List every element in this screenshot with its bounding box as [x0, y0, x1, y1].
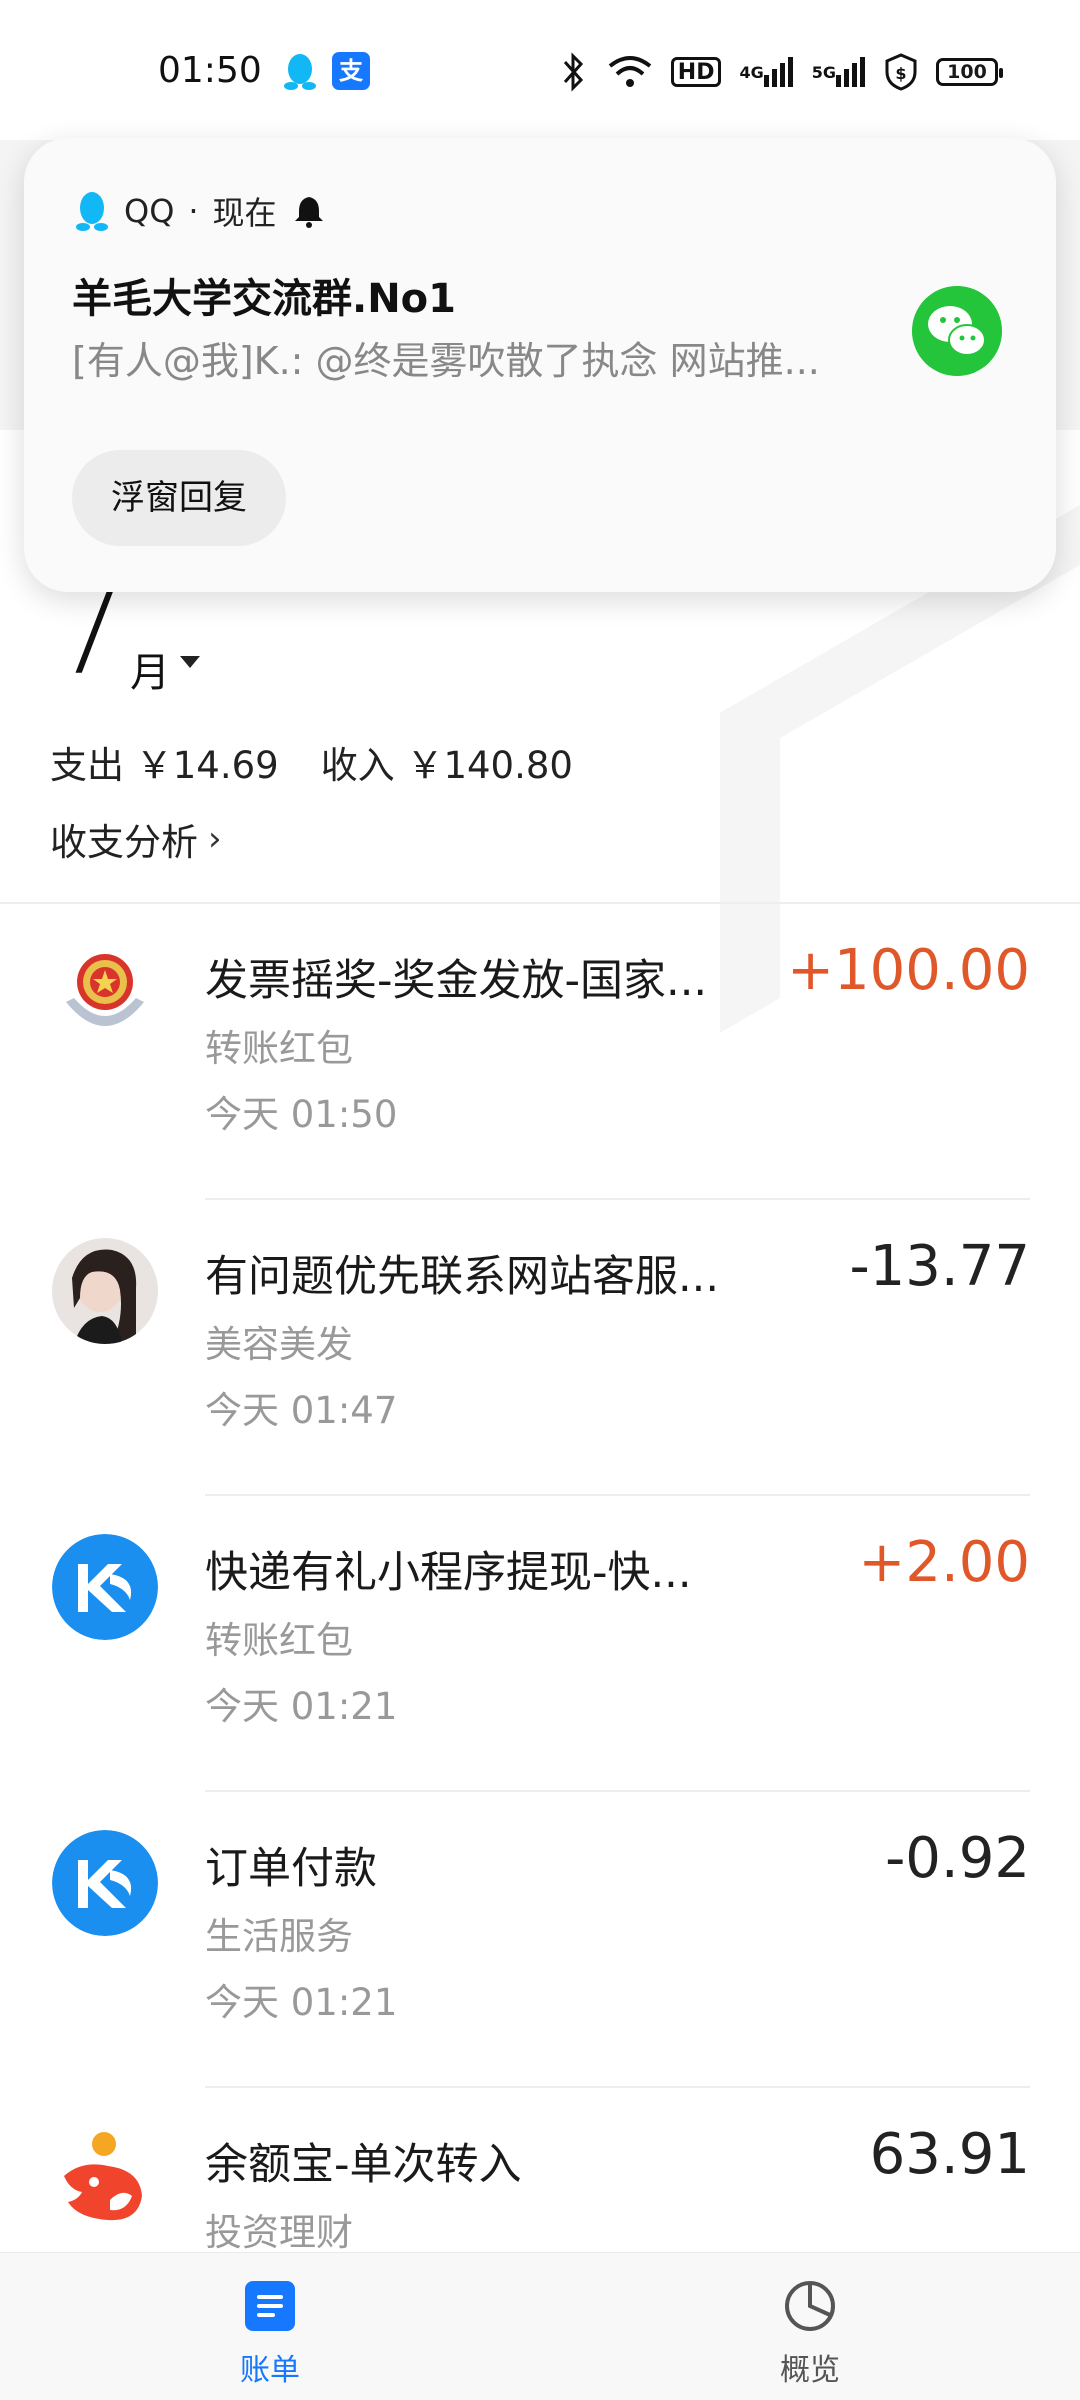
wifi-icon	[608, 56, 652, 87]
4g-signal-icon: 4G	[739, 52, 793, 92]
transaction-row[interactable]: 发票摇奖-奖金发放-国家... 转账红包 今天 01:50 +100.00	[0, 904, 1080, 1200]
shield-dollar-icon: $	[885, 53, 917, 91]
analysis-label: 收支分析	[50, 821, 198, 864]
pie-chart-icon	[785, 2281, 835, 2331]
express-logo-icon	[52, 1830, 158, 1936]
user-avatar	[52, 1238, 158, 1344]
transaction-title: 订单付款	[205, 1844, 377, 1894]
transaction-title: 发票摇奖-奖金发放-国家...	[205, 956, 708, 1006]
transaction-category: 转账红包	[205, 1619, 353, 1662]
bottom-nav: 账单 概览	[0, 2252, 1080, 2400]
4g-label: 4G	[739, 62, 764, 82]
wechat-icon	[912, 286, 1002, 376]
tab-bill-label: 账单	[240, 2353, 300, 2388]
notification-header: QQ · 现在	[74, 188, 327, 234]
notification-app-name: QQ	[124, 192, 175, 230]
5g-label: 5G	[811, 62, 836, 82]
status-time: 01:50	[158, 50, 262, 91]
month-unit[interactable]: 月	[130, 640, 170, 698]
qq-notification[interactable]: QQ · 现在 羊毛大学交流群.No1 [有人@我]K.: @终是雾吹散了执念 …	[24, 138, 1056, 592]
analysis-link[interactable]: 收支分析 ›	[50, 812, 222, 866]
notification-time: 现在	[212, 194, 277, 232]
tab-overview-label: 概览	[780, 2353, 840, 2388]
tab-overview[interactable]: 概览	[710, 2279, 910, 2389]
hd-icon: HD	[670, 57, 722, 87]
income-total: 收入 ￥140.80	[320, 744, 573, 787]
transaction-title: 余额宝-单次转入	[205, 2140, 522, 2190]
transaction-row[interactable]: 快递有礼小程序提现-快... 转账红包 今天 01:21 +2.00	[0, 1496, 1080, 1792]
month-summary: 支出 ￥14.69 收入 ￥140.80	[50, 735, 573, 789]
bell-icon	[294, 197, 323, 228]
month-dropdown-caret-icon[interactable]	[180, 656, 200, 668]
transaction-amount: +2.00	[858, 1530, 1030, 1595]
transaction-time: 今天 01:21	[205, 1981, 398, 2024]
transaction-title: 有问题优先联系网站客服...	[205, 1252, 720, 1302]
transaction-time: 今天 01:21	[205, 1685, 398, 1728]
transaction-time: 今天 01:50	[205, 1093, 398, 1136]
bill-icon	[245, 2281, 295, 2331]
tax-emblem-icon	[52, 942, 158, 1048]
transaction-category: 转账红包	[205, 1027, 353, 1070]
notification-title: 羊毛大学交流群.No1	[72, 276, 456, 322]
notification-body: [有人@我]K.: @终是雾吹散了执念 网站推...	[72, 339, 820, 383]
qq-icon	[284, 54, 316, 90]
separator-dot: ·	[188, 192, 199, 230]
transaction-amount: -0.92	[885, 1826, 1030, 1891]
chevron-right-icon: ›	[208, 819, 222, 859]
svg-text:$: $	[895, 64, 906, 83]
battery-icon: 100	[936, 58, 1003, 86]
transaction-amount: -13.77	[849, 1234, 1030, 1299]
transaction-row[interactable]: 有问题优先联系网站客服... 美容美发 今天 01:47 -13.77	[0, 1200, 1080, 1496]
transaction-amount: +100.00	[787, 938, 1030, 1003]
transaction-row[interactable]: 订单付款 生活服务 今天 01:21 -0.92	[0, 1792, 1080, 2088]
bluetooth-icon	[563, 52, 583, 92]
qq-icon	[76, 192, 108, 231]
yuebao-icon	[52, 2126, 158, 2232]
transaction-amount: 63.91	[869, 2122, 1030, 2187]
floating-reply-button[interactable]: 浮窗回复	[72, 450, 286, 546]
5g-signal-icon: 5G	[812, 52, 866, 92]
transaction-category: 投资理财	[205, 2211, 353, 2254]
transaction-time: 今天 01:47	[205, 1389, 398, 1432]
transaction-category: 生活服务	[205, 1915, 353, 1958]
transaction-category: 美容美发	[205, 1323, 353, 1366]
express-logo-icon	[52, 1534, 158, 1640]
expense-total: 支出 ￥14.69	[50, 744, 279, 787]
tab-bill[interactable]: 账单	[170, 2279, 370, 2389]
status-bar: 01:50 支 HD 4G 5G $ 100	[0, 0, 1080, 140]
transaction-title: 快递有礼小程序提现-快...	[205, 1548, 692, 1598]
alipay-icon: 支	[332, 52, 370, 90]
